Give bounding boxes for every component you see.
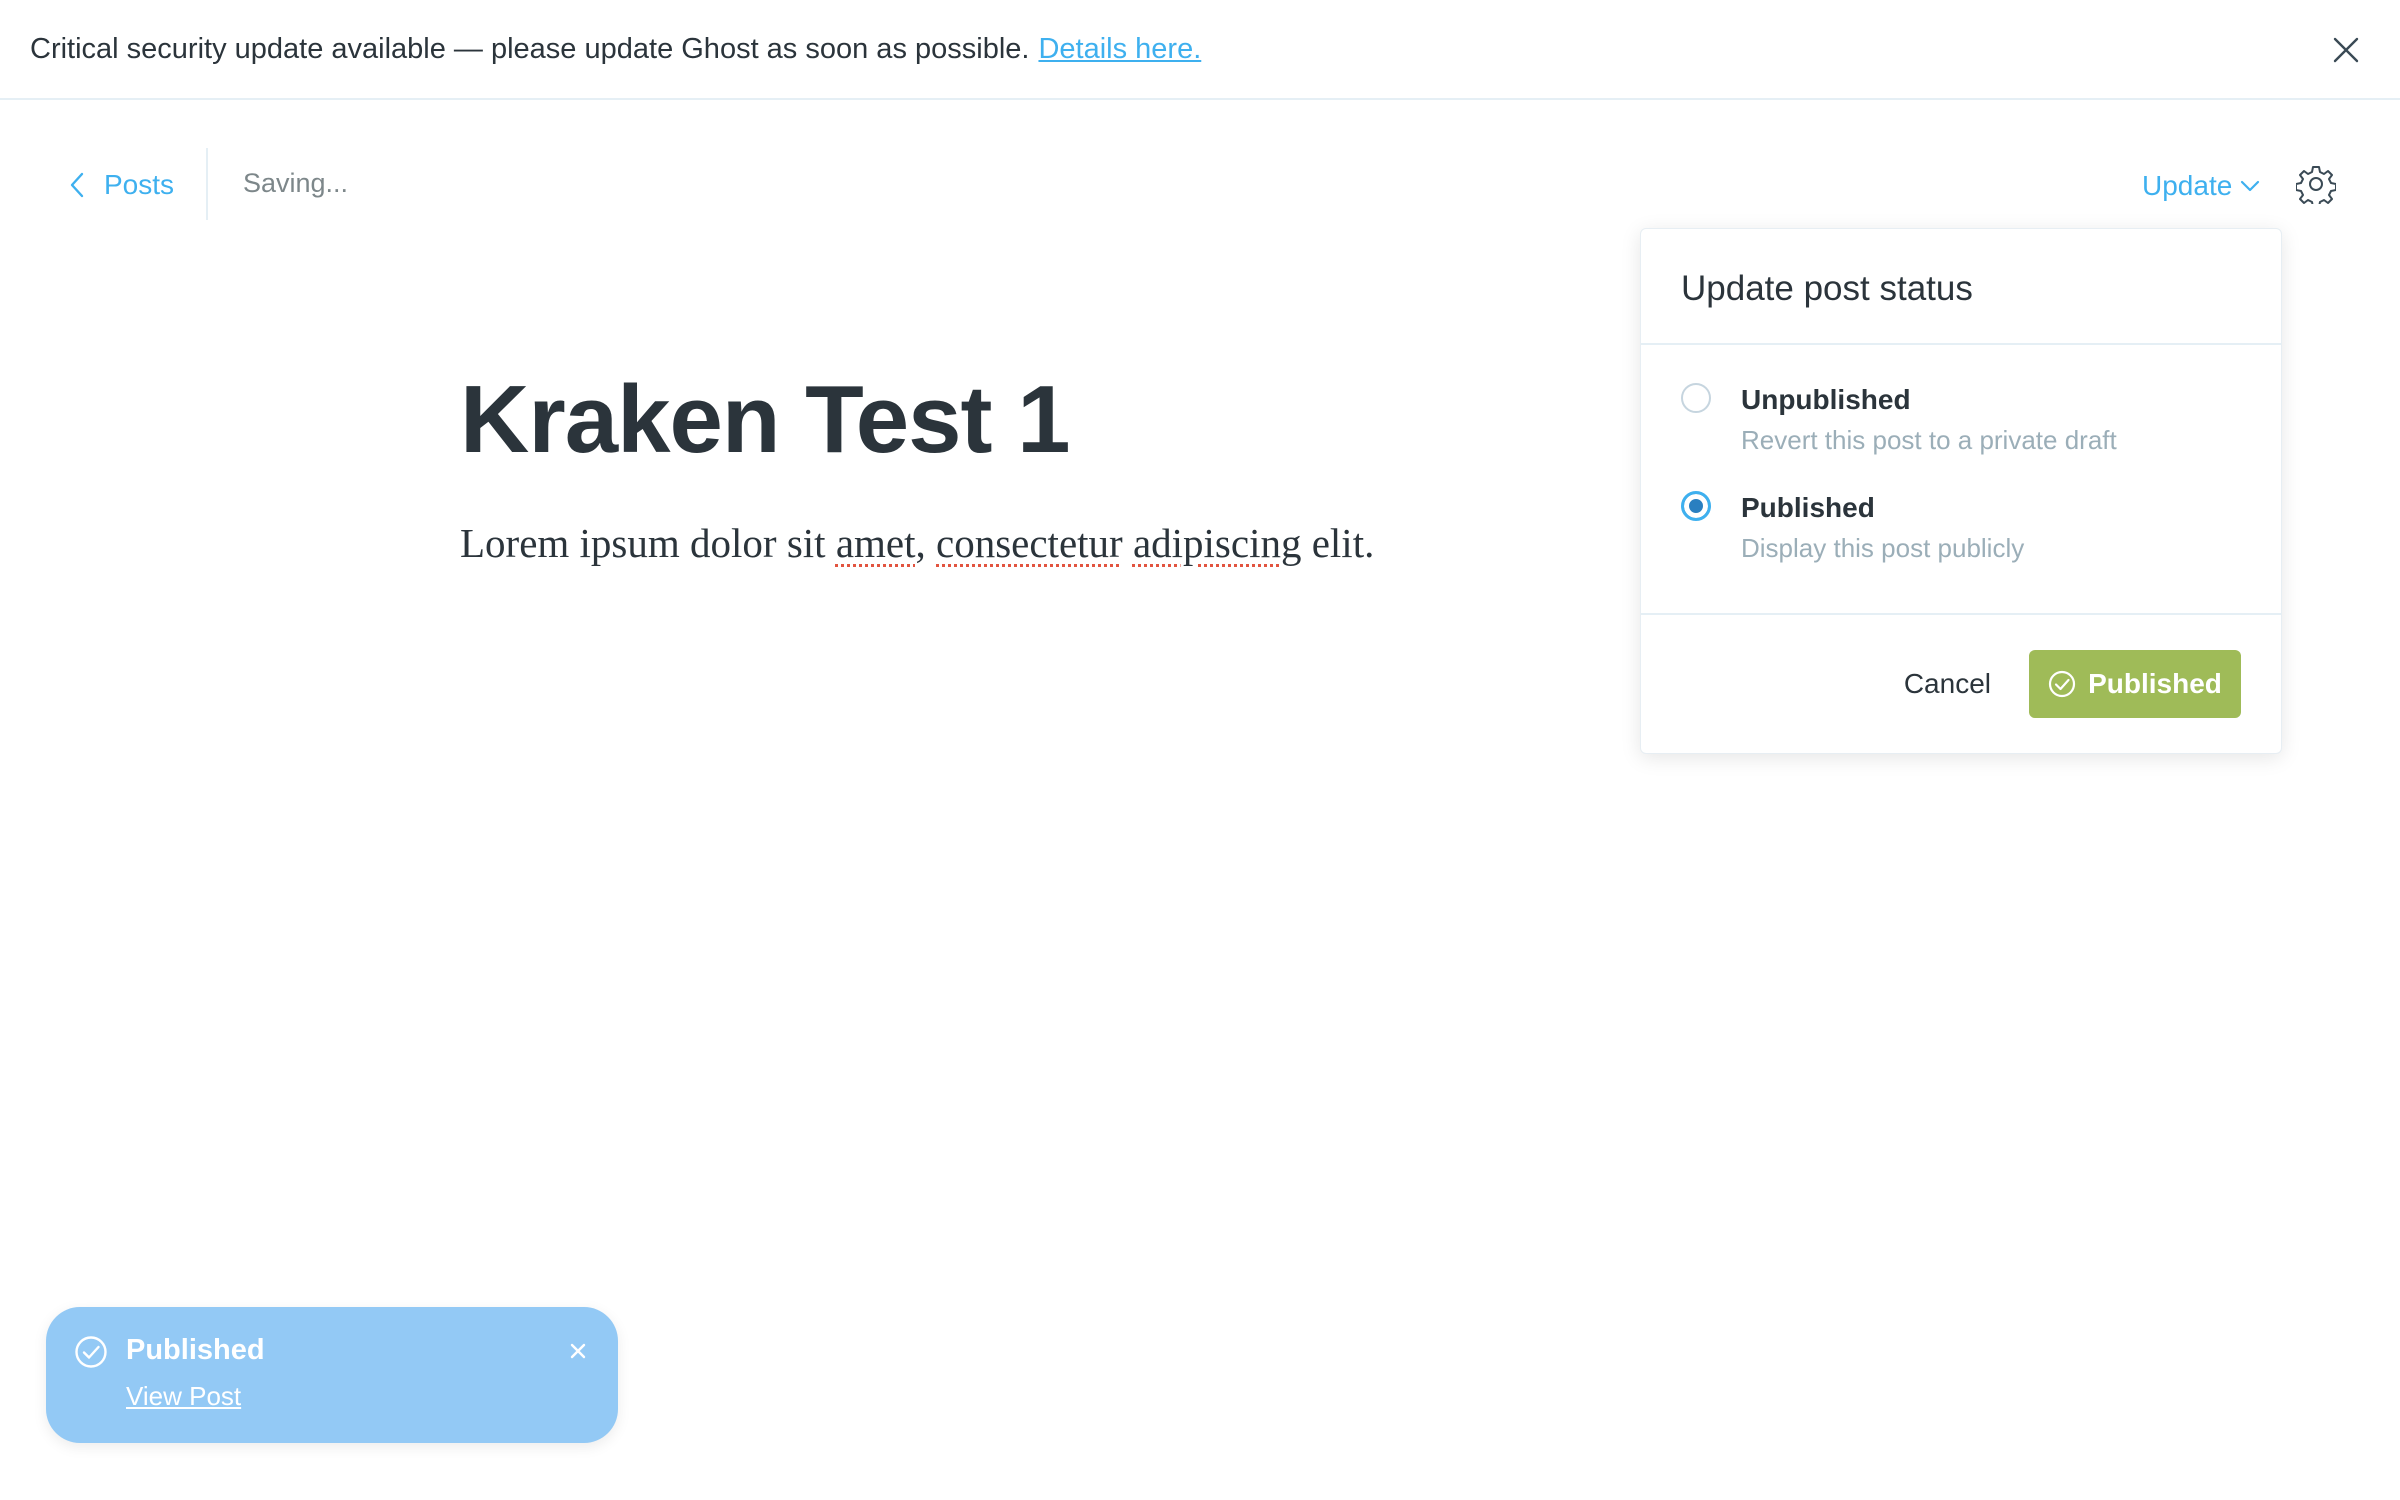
status-options: Unpublished Revert this post to a privat… [1641, 345, 2281, 615]
body-text-misspelled: consectetur [936, 520, 1123, 566]
post-editor[interactable]: Kraken Test 1 Lorem ipsum dolor sit amet… [460, 360, 1560, 568]
banner-details-link[interactable]: Details here. [1038, 33, 1201, 66]
check-circle-icon [2048, 670, 2076, 698]
option-description: Revert this post to a private draft [1741, 425, 2117, 455]
published-toast: Published View Post [46, 1307, 618, 1443]
security-banner: Critical security update available — ple… [0, 0, 2400, 100]
body-text [1123, 520, 1133, 566]
check-circle-icon [75, 1336, 107, 1368]
post-body[interactable]: Lorem ipsum dolor sit amet, consectetur … [460, 518, 1560, 568]
editor-topbar: Posts Saving... Update [0, 100, 2400, 220]
banner-close-button[interactable] [2326, 30, 2366, 70]
close-icon [570, 1343, 586, 1359]
option-label: Published [1741, 492, 1875, 523]
toast-close-button[interactable] [562, 1335, 594, 1367]
body-text-misspelled: adipiscing [1132, 520, 1302, 566]
save-status: Saving... [243, 168, 349, 198]
view-post-link[interactable]: View Post [126, 1381, 241, 1412]
unpublished-radio[interactable] [1681, 383, 1711, 413]
option-published[interactable]: Published Display this post publicly [1681, 491, 2241, 565]
banner-message: Critical security update available — ple… [30, 32, 1030, 65]
toast-title: Published [126, 1334, 265, 1366]
popover-title: Update post status [1641, 229, 2281, 345]
body-text-misspelled: amet [835, 520, 916, 566]
gear-icon [2295, 166, 2337, 208]
option-unpublished[interactable]: Unpublished Revert this post to a privat… [1681, 383, 2241, 457]
chevron-left-icon [68, 170, 90, 200]
published-button[interactable]: Published [2029, 650, 2241, 718]
update-dropdown-button[interactable]: Update [2142, 166, 2260, 206]
back-link-label: Posts [104, 169, 175, 200]
topbar-divider [206, 148, 208, 220]
popover-actions: Cancel Published [1641, 615, 2281, 753]
body-text: , [915, 520, 936, 566]
published-radio[interactable] [1681, 491, 1711, 521]
option-description: Display this post publicly [1741, 533, 2025, 563]
body-text: elit. [1301, 520, 1375, 566]
body-text: Lorem ipsum dolor sit [460, 520, 836, 566]
back-to-posts-link[interactable]: Posts [68, 165, 174, 205]
cancel-button[interactable]: Cancel [1904, 668, 1991, 700]
chevron-down-icon [2241, 180, 2260, 192]
update-status-popover: Update post status Unpublished Revert th… [1640, 228, 2282, 754]
close-icon [2333, 37, 2359, 63]
published-button-label: Published [2088, 668, 2222, 699]
post-title[interactable]: Kraken Test 1 [460, 360, 1560, 480]
update-label: Update [2142, 170, 2233, 201]
option-label: Unpublished [1741, 384, 1911, 415]
settings-button[interactable] [2295, 164, 2337, 208]
